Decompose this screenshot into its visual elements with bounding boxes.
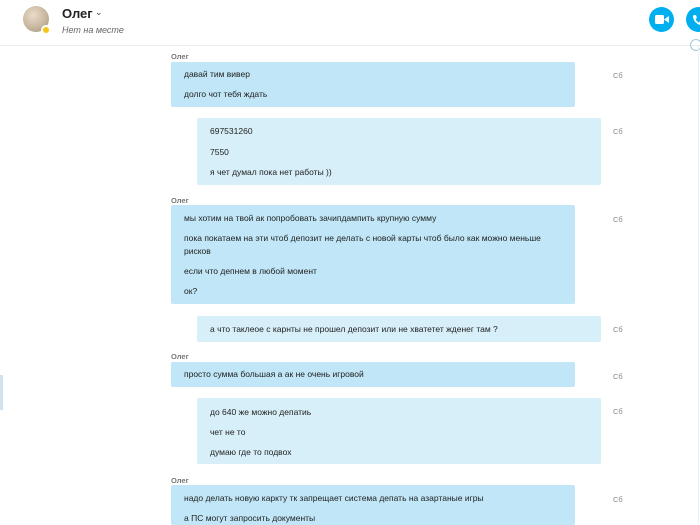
message-sender: Олег (171, 352, 189, 361)
message-time: Сб (613, 372, 623, 381)
video-camera-icon (655, 15, 669, 24)
message-sender: Олег (171, 52, 189, 61)
contact-name[interactable]: Олег (62, 6, 93, 21)
audio-call-button[interactable] (686, 7, 700, 32)
message-bubble-outgoing[interactable]: а что таклеое с карнты не прошел депозит… (197, 316, 601, 342)
message-sender: Олег (171, 476, 189, 485)
phone-icon (693, 15, 700, 25)
message-text: рисков (184, 246, 211, 256)
message-text: надо делать новую каркту тк запрещает си… (184, 493, 484, 503)
message-bubble-outgoing[interactable]: до 640 же можно депатиь чет не то думаю … (197, 398, 601, 464)
message-text: 697531260 (210, 126, 253, 136)
message-time: Сб (613, 325, 623, 334)
message-sender: Олег (171, 196, 189, 205)
message-time: Сб (613, 71, 623, 80)
message-text: если что депнем в любой момент (184, 266, 317, 276)
contact-status: Нет на месте (62, 25, 124, 35)
message-text: мы хотим на твой ак попробовать зачипдам… (184, 213, 437, 223)
message-text: а ПС могут запросить документы (184, 513, 316, 523)
message-bubble-outgoing[interactable]: 697531260 7550 я чет думал пока нет рабо… (197, 118, 601, 185)
message-text: до 640 же можно депатиь (210, 407, 312, 417)
message-time: Сб (613, 127, 623, 136)
message-bubble-incoming[interactable]: надо делать новую каркту тк запрещает си… (171, 485, 575, 525)
message-text: пока покатаем на эти чтоб депозит не дел… (184, 233, 541, 243)
message-text: я чет думал пока нет работы )) (210, 167, 332, 177)
divider (698, 46, 699, 525)
message-bubble-incoming[interactable]: мы хотим на твой ак попробовать зачипдам… (171, 205, 575, 304)
message-time: Сб (613, 215, 623, 224)
status-indicator-icon (41, 25, 51, 35)
message-text: долго чот тебя ждать (184, 89, 268, 99)
message-text: чет не то (210, 427, 246, 437)
message-text: думаю где то подвох (210, 447, 292, 457)
message-text: 7550 (210, 147, 229, 157)
message-time: Сб (613, 407, 623, 416)
chevron-down-icon[interactable]: ⌄ (95, 7, 103, 18)
message-text: давай тим вивер (184, 69, 250, 79)
message-time: Сб (613, 495, 623, 504)
message-text: просто сумма большая а ак не очень игров… (184, 369, 364, 379)
scroll-indicator (0, 375, 3, 410)
message-text: а что таклеое с карнты не прошел депозит… (210, 324, 498, 334)
video-call-button[interactable] (649, 7, 674, 32)
message-bubble-incoming[interactable]: просто сумма большая а ак не очень игров… (171, 362, 575, 387)
chat-header: Олег ⌄ Нет на месте (0, 0, 700, 46)
message-text: ок? (184, 286, 198, 296)
message-bubble-incoming[interactable]: давай тим вивер долго чот тебя ждать (171, 62, 575, 107)
